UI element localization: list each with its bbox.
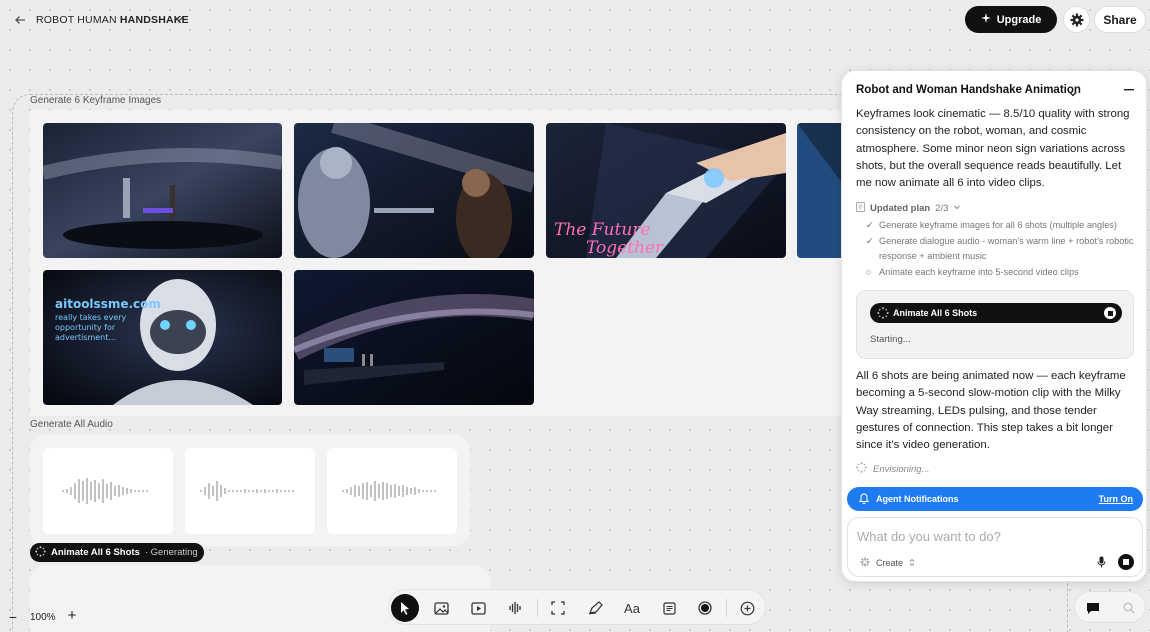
envisioning-text: Envisioning...	[873, 463, 930, 475]
image-tool-icon[interactable]	[427, 594, 455, 622]
plan-item: ✓ Generate dialogue audio - woman's warm…	[866, 234, 1136, 264]
sparkle-icon	[860, 557, 870, 569]
sparkle-icon	[980, 13, 991, 26]
loading-spinner-icon	[35, 545, 46, 560]
audio-clip-3[interactable]	[327, 448, 457, 534]
keyframe-image-2[interactable]	[294, 123, 534, 258]
chevron-down-icon[interactable]	[172, 12, 186, 26]
draw-tool-icon[interactable]	[581, 594, 609, 622]
notification-banner: Agent Notifications Turn On	[847, 487, 1143, 511]
audio-clip-1[interactable]	[43, 448, 173, 534]
frame-tool-icon[interactable]	[544, 594, 572, 622]
stop-icon[interactable]	[1104, 307, 1116, 319]
task-pill[interactable]: Animate All 6 Shots	[870, 303, 1122, 323]
pending-circle-icon: ○	[866, 267, 872, 277]
notes-tool-icon[interactable]	[655, 594, 683, 622]
bottom-right-controls	[1074, 591, 1146, 623]
audio-clip-2[interactable]	[185, 448, 315, 534]
upgrade-button[interactable]: Upgrade	[965, 6, 1057, 33]
chat-bubble-icon[interactable]	[1081, 596, 1105, 620]
keyframe-image-6[interactable]	[294, 270, 534, 405]
updown-chevron-icon	[909, 558, 915, 569]
envisioning-status: Envisioning...	[856, 462, 930, 476]
back-arrow-icon[interactable]	[10, 10, 30, 30]
canvas-frame-edge	[1067, 578, 1068, 632]
plan-progress: 2/3	[935, 203, 949, 214]
keyframe-images-panel: The Future Together aitoolssme.com reall…	[30, 110, 842, 416]
keyframe-image-3[interactable]: The Future Together	[546, 123, 786, 258]
check-icon: ✓	[866, 220, 874, 230]
project-title-prefix: ROBOT HUMAN	[36, 14, 117, 26]
upgrade-label: Upgrade	[996, 13, 1042, 26]
waveform-icon	[200, 481, 294, 501]
document-icon	[856, 202, 865, 215]
agent-chat-panel: Robot and Woman Handshake Animation Keyf…	[841, 70, 1147, 582]
agent-conversation-title[interactable]: Robot and Woman Handshake Animation	[856, 84, 1081, 96]
task-status: Starting...	[870, 334, 911, 345]
bell-icon	[859, 492, 869, 506]
check-icon: ✓	[866, 236, 874, 246]
ad-sign-text: aitoolssme.com	[55, 297, 161, 311]
add-circle-icon[interactable]	[733, 594, 761, 622]
video-tool-icon[interactable]	[464, 594, 492, 622]
canvas-toolbar: Aa	[388, 589, 766, 625]
audio-tool-icon[interactable]	[501, 594, 529, 622]
record-tool-icon[interactable]	[691, 594, 719, 622]
project-title[interactable]: ROBOT HUMAN HANDSHAKE	[36, 14, 189, 26]
svg-text:advertisment...: advertisment...	[55, 333, 116, 342]
share-button[interactable]: Share	[1094, 6, 1146, 33]
chevron-down-icon[interactable]	[1068, 86, 1078, 97]
keyframe-image-5[interactable]: aitoolssme.com really takes every opport…	[43, 270, 282, 405]
future-sign-text: The Future	[554, 220, 650, 240]
gear-icon[interactable]	[1063, 6, 1090, 33]
select-tool-icon[interactable]	[391, 594, 419, 622]
svg-text:really takes every: really takes every	[55, 313, 127, 322]
stop-generation-button[interactable]	[1118, 554, 1134, 570]
prompt-input[interactable]: What do you want to do?	[857, 529, 1001, 544]
loading-spinner-icon	[877, 307, 889, 319]
prompt-input-box[interactable]: What do you want to do? Create	[847, 517, 1143, 577]
zoom-out-button[interactable]: −	[6, 610, 20, 624]
zoom-in-button[interactable]: +	[65, 608, 79, 623]
top-bar: ROBOT HUMAN HANDSHAKE Upgrade Share	[0, 0, 1150, 40]
microphone-icon[interactable]	[1094, 555, 1108, 569]
zoom-level[interactable]: 100%	[30, 612, 56, 623]
svg-text:opportunity for: opportunity for	[55, 323, 116, 332]
status-chip-state: · Generating	[144, 547, 198, 558]
plan-item: ✓ Generate keyframe images for all 6 sho…	[866, 218, 1136, 233]
plan-item-text: Generate dialogue audio - woman's warm l…	[879, 236, 1134, 261]
search-icon[interactable]	[1117, 596, 1141, 620]
plan-list: ✓ Generate keyframe images for all 6 sho…	[866, 218, 1136, 281]
text-tool[interactable]: Aa	[618, 594, 646, 622]
create-mode-selector[interactable]: Create	[860, 557, 915, 569]
waveform-icon	[62, 478, 148, 504]
toolbar-divider	[537, 599, 538, 617]
plan-label: Updated plan	[870, 203, 931, 214]
plan-item-text: Animate each keyframe into 5-second vide…	[879, 267, 1079, 277]
future-sign-text-2: Together	[586, 238, 664, 258]
waveform-icon	[342, 481, 436, 501]
audio-section-label: Generate All Audio	[30, 419, 113, 430]
images-section-label: Generate 6 Keyframe Images	[30, 95, 162, 106]
audio-panel	[30, 434, 470, 546]
plan-item-text: Generate keyframe images for all 6 shots…	[879, 220, 1117, 230]
chevron-down-icon	[953, 203, 961, 214]
loading-spinner-icon	[856, 462, 867, 476]
minimize-icon[interactable]	[1122, 83, 1136, 97]
toolbar-divider	[726, 599, 727, 617]
generation-status-chip[interactable]: Animate All 6 Shots · Generating	[30, 543, 204, 562]
status-chip-title: Animate All 6 Shots	[51, 547, 140, 558]
agent-message-2: All 6 shots are being animated now — eac…	[856, 370, 1126, 452]
notification-label: Agent Notifications	[876, 494, 959, 504]
keyframe-image-4[interactable]	[797, 123, 842, 258]
task-title: Animate All 6 Shots	[893, 308, 978, 318]
turn-on-notifications-link[interactable]: Turn On	[1099, 494, 1133, 504]
agent-message-1: Keyframes look cinematic — 8.5/10 qualit…	[856, 108, 1130, 190]
plan-header[interactable]: Updated plan 2/3	[856, 202, 961, 215]
keyframe-image-1[interactable]	[43, 123, 282, 258]
task-card: Animate All 6 Shots Starting...	[856, 290, 1134, 359]
create-label: Create	[876, 558, 904, 568]
plan-item: ○ Animate each keyframe into 5-second vi…	[866, 265, 1136, 280]
